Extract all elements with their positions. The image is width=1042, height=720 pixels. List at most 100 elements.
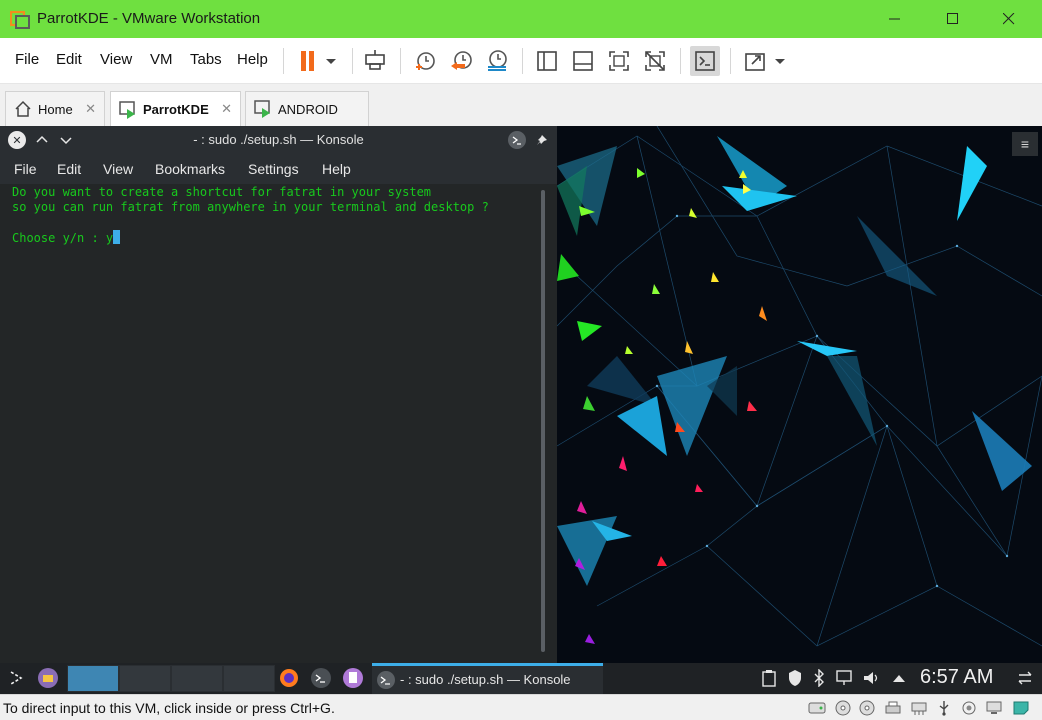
vm-display[interactable]: ≡ ✕ - : sudo ./setup.sh — Konsole File E… (0, 126, 1042, 664)
console-view-button[interactable] (690, 46, 720, 76)
thumbnail-bar-icon (573, 51, 593, 71)
application-launcher-icon[interactable] (5, 667, 27, 689)
kde-panel: - : sudo ./setup.sh — Konsole 6:57 AM (0, 663, 1042, 694)
menu-edit[interactable]: Edit (56, 51, 82, 68)
virtual-desktop-1[interactable] (67, 665, 119, 692)
snapshot-icon (416, 52, 435, 70)
menu-vm[interactable]: VM (150, 51, 173, 68)
toolbar-separator (522, 48, 523, 74)
tab-android[interactable]: ANDROID (245, 91, 369, 126)
message-log-icon[interactable] (1012, 700, 1030, 716)
konsole-menu-file[interactable]: File (14, 161, 37, 177)
virtual-desktop-4[interactable] (223, 665, 275, 692)
terminal-scrollbar[interactable] (541, 190, 545, 652)
hard-disk-icon[interactable] (808, 700, 826, 716)
console-view-icon (695, 51, 715, 71)
unity-icon (645, 51, 665, 71)
cd-dvd-icon[interactable] (834, 700, 852, 716)
cd-dvd-icon[interactable] (858, 700, 876, 716)
vm-running-icon (119, 100, 135, 119)
maximize-icon (947, 13, 958, 24)
panel-settings-icon[interactable] (1014, 667, 1036, 689)
toolbar-separator (680, 48, 681, 74)
bluetooth-icon[interactable] (808, 667, 830, 689)
revert-snapshot-icon (451, 51, 472, 70)
menu-file[interactable]: File (15, 51, 39, 68)
clipboard-icon[interactable] (758, 667, 780, 689)
stretch-guest-icon (745, 53, 765, 71)
text-editor-icon[interactable] (342, 667, 364, 689)
taskbar-konsole[interactable]: - : sudo ./setup.sh — Konsole (372, 663, 603, 694)
toolbar-separator (730, 48, 731, 74)
virtual-desktop-2[interactable] (119, 665, 171, 692)
printer-icon[interactable] (884, 700, 902, 716)
expand-tray-icon[interactable] (888, 667, 910, 689)
display-icon[interactable] (985, 700, 1003, 716)
stretch-guest-button[interactable] (740, 46, 770, 76)
pin-icon[interactable] (533, 131, 551, 149)
library-view-icon (537, 51, 557, 71)
snapshot-button[interactable] (410, 46, 440, 76)
network-adapter-icon[interactable] (910, 700, 928, 716)
terminal-icon (377, 671, 395, 689)
minimize-button[interactable] (872, 0, 918, 38)
virtual-desktop-3[interactable] (171, 665, 223, 692)
full-screen-icon (609, 51, 629, 71)
menu-toolbar: File Edit View VM Tabs Help (0, 38, 1042, 84)
unity-button[interactable] (640, 46, 670, 76)
toolbar-separator (352, 48, 353, 74)
tab-home[interactable]: Home ✕ (5, 91, 105, 126)
konsole-menu-bookmarks[interactable]: Bookmarks (155, 161, 225, 177)
terminal-launcher-icon[interactable] (310, 667, 332, 689)
vmware-logo-icon (10, 10, 30, 29)
tab-label: ParrotKDE (143, 102, 209, 117)
maximize-button[interactable] (930, 0, 976, 38)
stretch-dropdown-button[interactable] (768, 46, 792, 76)
terminal-output[interactable]: Do you want to create a shortcut for fat… (0, 184, 545, 664)
full-screen-button[interactable] (604, 46, 634, 76)
revert-snapshot-button[interactable] (446, 46, 476, 76)
close-tab-icon[interactable]: ✕ (85, 101, 96, 117)
network-icon[interactable] (834, 667, 856, 689)
home-icon (15, 100, 31, 117)
status-bar: To direct input to this VM, click inside… (0, 694, 1042, 720)
toolbar-separator (283, 48, 284, 74)
power-dropdown-button[interactable] (318, 46, 344, 76)
tab-parrotkde[interactable]: ParrotKDE ✕ (110, 91, 241, 127)
konsole-titlebar[interactable]: ✕ - : sudo ./setup.sh — Konsole (0, 126, 557, 154)
file-manager-icon[interactable] (37, 667, 59, 689)
taskbar-label: - : sudo ./setup.sh — Konsole (400, 672, 571, 687)
window-title: ParrotKDE - VMware Workstation (37, 10, 261, 27)
vm-running-icon (254, 100, 270, 118)
konsole-title: - : sudo ./setup.sh — Konsole (193, 132, 364, 147)
konsole-menu-view[interactable]: View (103, 161, 133, 177)
clock[interactable]: 6:57 AM (920, 666, 993, 689)
menu-help[interactable]: Help (237, 51, 268, 68)
volume-icon[interactable] (860, 667, 882, 689)
konsole-menu-edit[interactable]: Edit (57, 161, 81, 177)
konsole-window[interactable]: ✕ - : sudo ./setup.sh — Konsole File Edi… (0, 126, 557, 664)
thumbnail-bar-button[interactable] (568, 46, 598, 76)
snapshot-manager-button[interactable] (482, 46, 512, 76)
terminal-line: so you can run fatrat from anywhere in y… (12, 200, 489, 214)
konsole-menu-settings[interactable]: Settings (248, 161, 299, 177)
terminal-prompt-line: Choose y/n : y (12, 230, 121, 245)
desktop-wallpaper (557, 126, 1042, 664)
firefox-icon[interactable] (278, 667, 300, 689)
usb-icon[interactable] (935, 700, 953, 716)
close-icon (1003, 13, 1015, 25)
close-tab-icon[interactable]: ✕ (221, 101, 232, 117)
close-button[interactable] (986, 0, 1032, 38)
menu-tabs[interactable]: Tabs (190, 51, 222, 68)
minimize-icon (889, 18, 900, 20)
desktop-menu-icon[interactable]: ≡ (1012, 132, 1038, 156)
library-view-button[interactable] (532, 46, 562, 76)
send-ctrl-alt-del-button[interactable] (360, 46, 390, 76)
text-cursor (113, 230, 121, 244)
sound-card-icon[interactable] (960, 700, 978, 716)
menu-view[interactable]: View (100, 51, 132, 68)
konsole-menu-help[interactable]: Help (322, 161, 351, 177)
security-icon[interactable] (784, 667, 806, 689)
status-text: To direct input to this VM, click inside… (3, 700, 335, 716)
terminal-line: Do you want to create a shortcut for fat… (12, 185, 432, 199)
